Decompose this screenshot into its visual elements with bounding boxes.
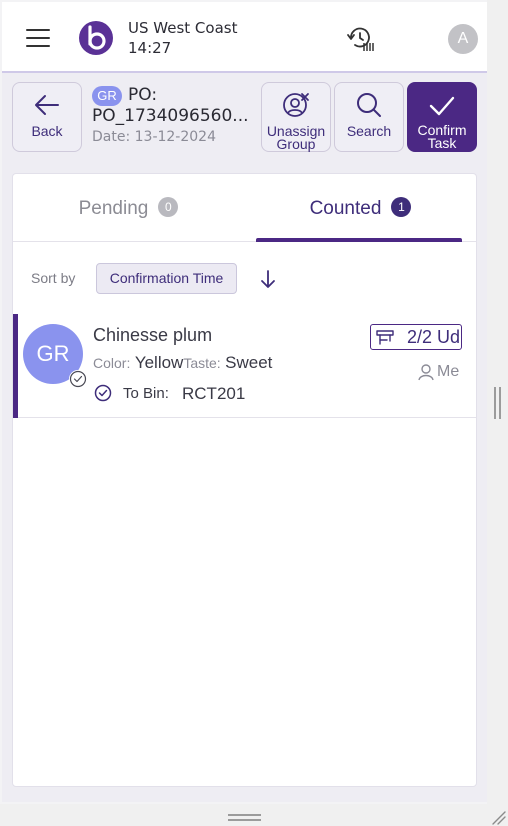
check-circle-icon [94, 384, 112, 402]
package-icon [376, 330, 394, 345]
confirm-label-line2: Task [427, 135, 457, 151]
active-tab-indicator [256, 238, 462, 242]
tab-counted[interactable]: Counted 1 [245, 174, 476, 242]
attr-taste-key: Taste: [183, 355, 221, 371]
tab-pending-label: Pending [78, 198, 149, 219]
horizontal-resize-handle[interactable] [228, 814, 261, 822]
attr-color-key: Color: [93, 355, 131, 371]
attr-color-value: Yellow [134, 353, 184, 372]
tab-counted-count: 1 [391, 196, 412, 217]
top-header: US West Coast 14:27 A [2, 2, 487, 73]
location-name: US West Coast [128, 19, 238, 37]
user-icon [418, 364, 434, 381]
clock-time: 14:27 [128, 39, 172, 57]
check-icon [429, 96, 455, 116]
selected-indicator [13, 314, 18, 418]
search-icon [357, 93, 381, 117]
to-bin-label: To Bin: [123, 385, 169, 402]
unassign-group-button[interactable]: Unassign Group [261, 82, 331, 152]
history-icon[interactable] [346, 26, 376, 52]
user-remove-icon [283, 93, 309, 117]
back-label: Back [31, 123, 63, 139]
unassign-label-line2: Group [276, 136, 316, 152]
menu-icon[interactable] [26, 28, 50, 48]
quantity-text: 2/2 Ud [406, 327, 460, 347]
assignee-name: Me [437, 363, 460, 380]
sort-direction-icon[interactable] [259, 268, 277, 290]
document-number: PO_1734096560... [92, 106, 249, 126]
item-attributes: Color: YellowTaste: Sweet [93, 353, 272, 373]
resize-grip-icon[interactable] [489, 808, 507, 826]
sort-field-chip[interactable]: Confirmation Time [96, 263, 237, 294]
tab-bar: Pending 0 Counted 1 [13, 174, 476, 242]
document-label: PO: [128, 85, 158, 105]
app-logo [79, 21, 113, 55]
tab-pending-count: 0 [158, 196, 179, 217]
task-card: Pending 0 Counted 1 Sort by Confirmation T… [12, 173, 477, 787]
vertical-resize-handle[interactable] [494, 387, 502, 419]
attr-taste-value: Sweet [225, 353, 273, 372]
quantity-badge: 2/2 Ud [370, 324, 462, 350]
sort-by-label: Sort by [31, 270, 76, 286]
to-bin-value: RCT201 [182, 384, 246, 403]
document-date: Date: 13-12-2024 [92, 129, 216, 145]
user-avatar[interactable]: A [448, 24, 478, 54]
assignee: Me [417, 362, 467, 382]
search-label: Search [346, 123, 392, 139]
tab-pending[interactable]: Pending 0 [13, 174, 244, 242]
document-type-badge: GR [92, 86, 122, 106]
search-button[interactable]: Search [334, 82, 404, 152]
check-circle-icon [69, 370, 87, 388]
location-info: US West Coast 14:27 [128, 18, 237, 58]
list-item[interactable]: GR Chinesse plum Color: YellowTaste: Swe… [13, 314, 476, 418]
item-name: Chinesse plum [93, 325, 213, 345]
back-button[interactable]: Back [12, 82, 82, 152]
confirm-task-button[interactable]: Confirm Task [407, 82, 477, 152]
tab-counted-label: Counted [309, 198, 382, 219]
arrow-left-icon [35, 95, 59, 115]
